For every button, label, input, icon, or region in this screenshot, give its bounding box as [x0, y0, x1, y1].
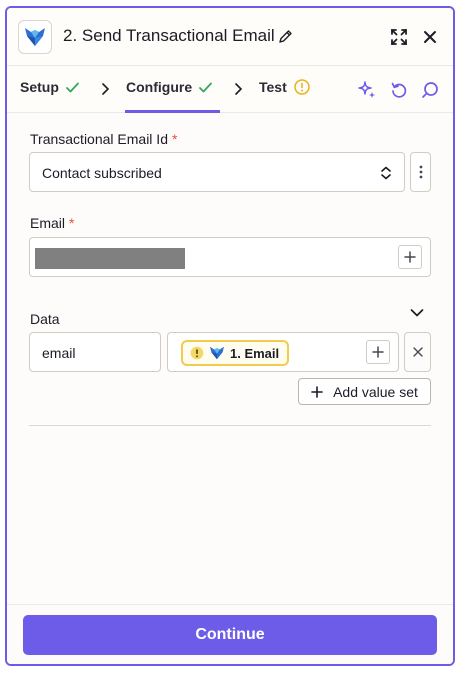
fox-logo-icon [210, 346, 224, 360]
tab-configure-label: Configure [126, 79, 193, 95]
plus-icon [311, 385, 323, 398]
check-icon [199, 82, 213, 92]
kebab-menu-icon [419, 165, 422, 179]
active-tab-indicator [125, 110, 220, 113]
tab-test-label: Test [259, 79, 287, 95]
fox-logo-icon [25, 28, 45, 46]
section-divider [29, 425, 431, 426]
warning-icon [294, 79, 310, 95]
mapped-field-pill[interactable]: 1. Email [181, 340, 290, 366]
redacted-email-value [35, 248, 185, 269]
ai-assist-button[interactable] [356, 79, 378, 101]
required-marker: * [69, 215, 75, 231]
transactional-email-id-label: Transactional Email Id * [30, 131, 177, 147]
data-value-input[interactable]: 1. Email [167, 332, 399, 372]
expand-button[interactable] [388, 26, 410, 48]
warning-icon [190, 346, 204, 360]
chevron-right-icon [102, 83, 110, 95]
data-key-value: email [42, 345, 76, 361]
close-button[interactable] [419, 26, 441, 48]
step-title: 2. Send Transactional Email [63, 26, 275, 45]
close-icon [424, 31, 436, 43]
data-label: Data [30, 311, 60, 327]
search-icon [422, 82, 438, 98]
chevron-down-icon[interactable] [410, 308, 424, 318]
search-button[interactable] [419, 79, 441, 101]
reset-button[interactable] [388, 79, 410, 101]
sparkle-icon [358, 81, 375, 98]
panel-header: 2. Send Transactional Email [7, 8, 453, 66]
expand-icon [391, 29, 407, 45]
remove-row-button[interactable] [404, 332, 431, 372]
transactional-email-id-value: Contact subscribed [42, 165, 162, 181]
required-marker: * [171, 131, 178, 147]
plus-icon [372, 346, 384, 358]
add-value-set-button[interactable]: Add value set [298, 378, 431, 405]
step-config-panel: 2. Send Transactional Email Setup Config… [5, 6, 455, 666]
chevron-right-icon [235, 83, 243, 95]
continue-button[interactable]: Continue [23, 615, 437, 655]
email-label-text: Email [30, 215, 66, 231]
tab-setup-label: Setup [20, 79, 59, 95]
undo-icon [391, 82, 407, 98]
select-arrows-icon [381, 166, 391, 180]
insert-data-button[interactable] [366, 340, 390, 364]
email-label: Email * [30, 215, 74, 231]
email-field[interactable] [29, 237, 431, 277]
panel-footer: Continue [7, 604, 453, 664]
transactional-email-id-select[interactable]: Contact subscribed [29, 152, 405, 192]
pencil-icon[interactable] [278, 29, 293, 44]
tab-test[interactable]: Test [259, 79, 310, 95]
insert-data-button[interactable] [398, 245, 422, 269]
field-options-button[interactable] [410, 152, 431, 192]
data-key-input[interactable]: email [29, 332, 161, 372]
app-logo [18, 20, 52, 54]
mapped-field-label: 1. Email [230, 345, 280, 361]
tab-configure[interactable]: Configure [126, 79, 213, 95]
check-icon [65, 82, 79, 92]
add-value-set-label: Add value set [333, 383, 418, 400]
transactional-email-id-label-text: Transactional Email Id [30, 131, 168, 147]
close-icon [412, 347, 423, 357]
plus-icon [404, 251, 416, 263]
step-tabs: Setup Configure Test [7, 66, 453, 113]
tab-setup[interactable]: Setup [20, 79, 79, 95]
